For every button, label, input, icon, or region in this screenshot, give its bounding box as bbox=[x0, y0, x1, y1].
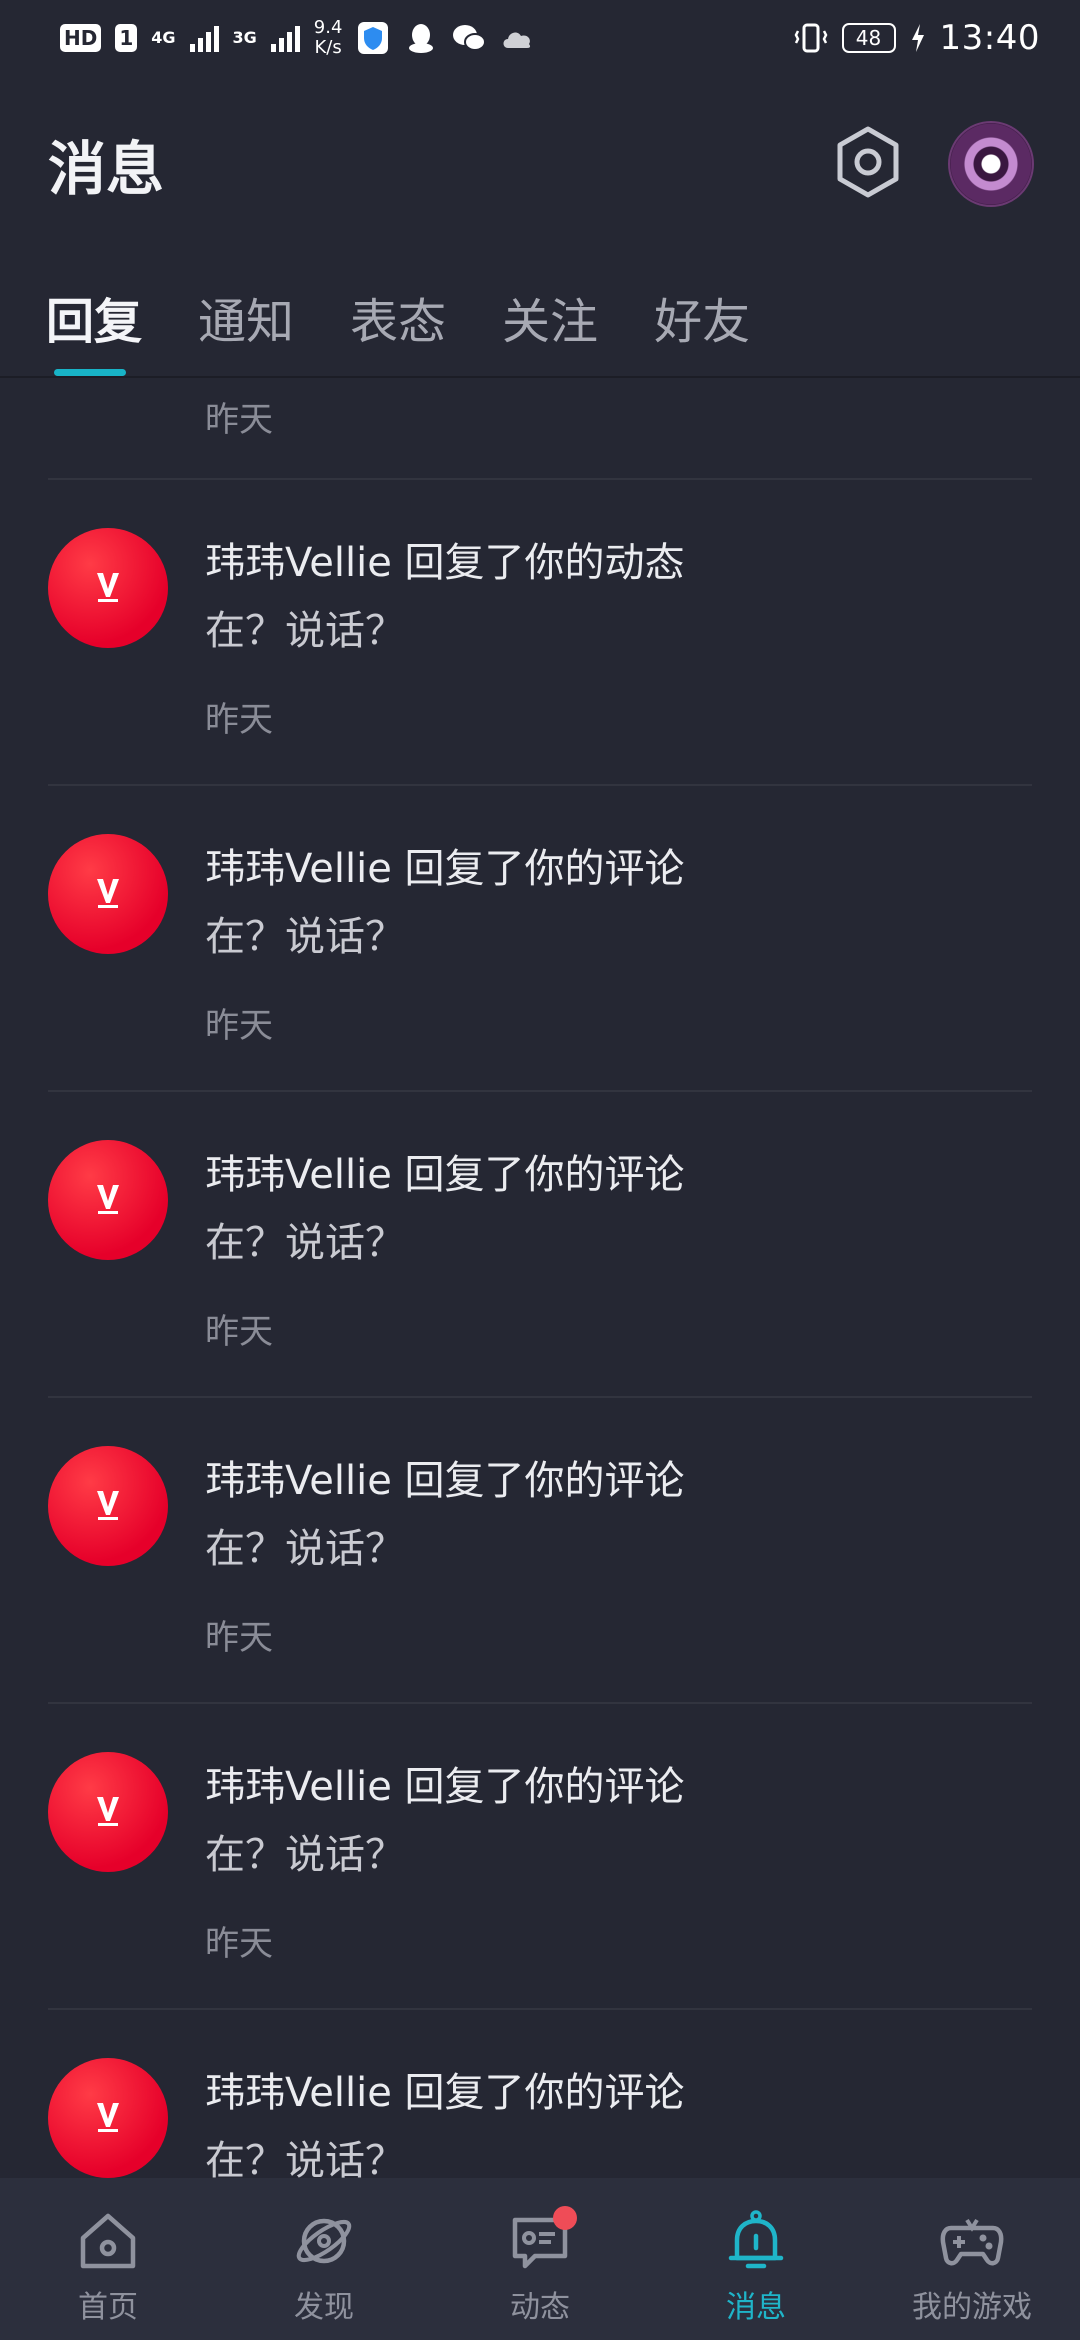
nav-messages[interactable]: 消息 bbox=[648, 2178, 864, 2340]
tab-follow[interactable]: 关注 bbox=[502, 262, 598, 378]
item-content: 在？说话？ bbox=[205, 1526, 405, 1572]
feed-icon bbox=[507, 2206, 577, 2274]
status-left: HD 1 4G 3G 9.4 K/s bbox=[60, 18, 534, 58]
header-actions bbox=[832, 121, 1034, 207]
charging-icon bbox=[910, 21, 926, 55]
sender-avatar[interactable] bbox=[48, 1446, 168, 1566]
notification-dot bbox=[553, 2206, 577, 2230]
signal-icon bbox=[270, 24, 300, 52]
sender-avatar[interactable] bbox=[48, 1752, 168, 1872]
item-time: 昨天 bbox=[205, 1312, 273, 1352]
hd-badge: HD bbox=[60, 24, 102, 52]
cloud-icon bbox=[500, 21, 534, 55]
sim-badge: 1 bbox=[115, 24, 138, 52]
sender-avatar[interactable] bbox=[48, 528, 168, 648]
item-time: 昨天 bbox=[205, 1618, 273, 1658]
vellie-logo-icon bbox=[97, 1491, 119, 1520]
nav-discover[interactable]: 发现 bbox=[216, 2178, 432, 2340]
list-item[interactable]: 玮玮Vellie 回复了你的评论 在？说话？ 昨天 bbox=[48, 1092, 1032, 1398]
item-time: 昨天 bbox=[205, 1006, 273, 1046]
sender-avatar[interactable] bbox=[48, 834, 168, 954]
sender-avatar[interactable] bbox=[48, 1140, 168, 1260]
status-bar: HD 1 4G 3G 9.4 K/s 48 13:40 bbox=[0, 0, 1080, 76]
item-title: 玮玮Vellie 回复了你的评论 bbox=[205, 1152, 685, 1198]
nav-feed[interactable]: 动态 bbox=[432, 2178, 648, 2340]
nav-label: 首页 bbox=[78, 2290, 138, 2325]
list-item[interactable]: 玮玮Vellie 回复了你的评论 在？说话？ 昨天 bbox=[48, 1704, 1032, 2010]
signal-icon bbox=[189, 24, 219, 52]
list-item[interactable]: 玮玮Vellie 回复了你的评论 在？说话？ 昨天 bbox=[48, 1398, 1032, 1704]
qq-icon bbox=[404, 21, 438, 55]
home-icon bbox=[75, 2208, 141, 2274]
bottom-nav: 首页 发现 动态 消息 我的游戏 bbox=[0, 2178, 1080, 2340]
item-title: 玮玮Vellie 回复了你的评论 bbox=[205, 1764, 685, 1810]
list-item[interactable]: 玮玮Vellie 回复了你的评论 在？说话？ 昨天 bbox=[48, 786, 1032, 1092]
tab-friends[interactable]: 好友 bbox=[654, 262, 750, 378]
nav-label: 消息 bbox=[726, 2290, 786, 2325]
nav-home[interactable]: 首页 bbox=[0, 2178, 216, 2340]
item-title: 玮玮Vellie 回复了你的评论 bbox=[205, 846, 685, 892]
item-time: 昨天 bbox=[205, 700, 273, 740]
nav-label: 动态 bbox=[510, 2290, 570, 2325]
message-tabs: 回复 通知 表态 关注 好友 bbox=[0, 262, 1080, 378]
bell-icon bbox=[723, 2208, 789, 2274]
user-avatar[interactable] bbox=[948, 121, 1034, 207]
item-content: 在？说话？ bbox=[205, 914, 405, 960]
wechat-icon bbox=[452, 21, 487, 55]
tab-notification[interactable]: 通知 bbox=[198, 262, 294, 378]
vellie-logo-icon bbox=[97, 1797, 119, 1826]
nav-label: 发现 bbox=[294, 2290, 354, 2325]
network-type-2: 3G bbox=[232, 28, 257, 47]
app-header: 消息 bbox=[0, 96, 1080, 232]
tab-reply[interactable]: 回复 bbox=[46, 262, 142, 378]
battery-indicator: 48 bbox=[841, 23, 896, 53]
network-type-1: 4G bbox=[151, 28, 176, 47]
reply-list: 昨天 玮玮Vellie 回复了你的动态 在？说话？ 昨天 玮玮Vellie 回复… bbox=[0, 380, 1080, 2178]
item-title: 玮玮Vellie 回复了你的评论 bbox=[205, 1458, 685, 1504]
sender-avatar[interactable] bbox=[48, 2058, 168, 2178]
page-title: 消息 bbox=[48, 135, 165, 203]
list-item[interactable]: 玮玮Vellie 回复了你的动态 在？说话？ 昨天 bbox=[48, 480, 1032, 786]
item-content: 在？说话？ bbox=[205, 2138, 405, 2178]
nav-my-games[interactable]: 我的游戏 bbox=[864, 2178, 1080, 2340]
network-speed: 9.4 K/s bbox=[313, 17, 343, 58]
item-title: 玮玮Vellie 回复了你的评论 bbox=[205, 2070, 685, 2116]
gamepad-icon bbox=[939, 2208, 1005, 2274]
list-item-partial[interactable]: 昨天 bbox=[48, 380, 1032, 480]
shield-icon bbox=[356, 21, 390, 55]
item-content: 在？说话？ bbox=[205, 608, 405, 654]
nav-label: 我的游戏 bbox=[912, 2290, 1032, 2325]
vellie-logo-icon bbox=[97, 879, 119, 908]
list-item[interactable]: 玮玮Vellie 回复了你的评论 在？说话？ bbox=[48, 2010, 1032, 2178]
vibrate-icon bbox=[794, 21, 828, 55]
status-right: 48 13:40 bbox=[794, 18, 1040, 58]
item-content: 在？说话？ bbox=[205, 1832, 405, 1878]
vellie-logo-icon bbox=[97, 2103, 119, 2132]
settings-icon[interactable] bbox=[832, 124, 904, 204]
item-time: 昨天 bbox=[205, 400, 273, 440]
clock: 13:40 bbox=[939, 18, 1040, 58]
item-time: 昨天 bbox=[205, 1924, 273, 1964]
planet-icon bbox=[291, 2208, 357, 2274]
item-content: 在？说话？ bbox=[205, 1220, 405, 1266]
vellie-logo-icon bbox=[97, 1185, 119, 1214]
tab-reaction[interactable]: 表态 bbox=[350, 262, 446, 378]
vellie-logo-icon bbox=[97, 573, 119, 602]
active-tab-indicator bbox=[54, 369, 126, 376]
item-title: 玮玮Vellie 回复了你的动态 bbox=[205, 540, 685, 586]
